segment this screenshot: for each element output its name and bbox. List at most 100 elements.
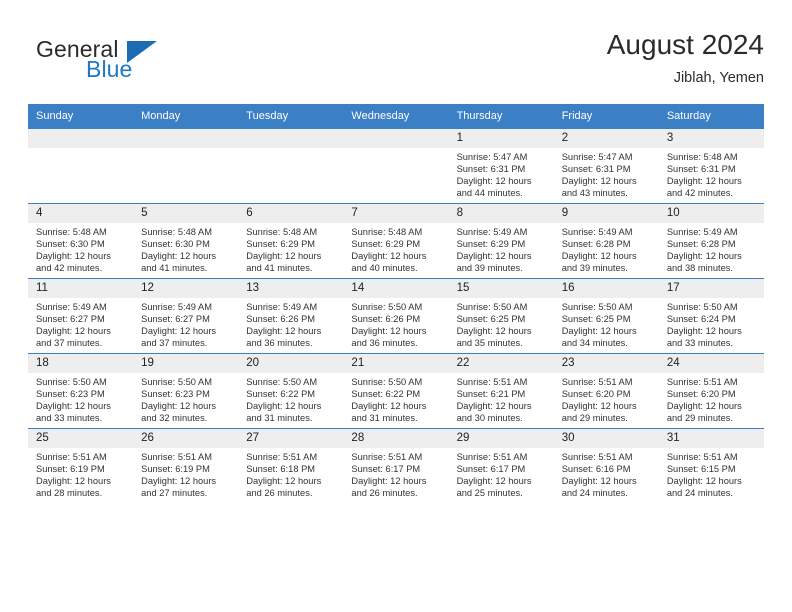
sunrise-text: Sunrise: 5:49 AM xyxy=(561,227,633,237)
page-header: General Blue August 2024 Jiblah, Yemen xyxy=(28,28,764,100)
calendar-day-cell[interactable]: 9 Sunrise: 5:49 AM Sunset: 6:28 PM Daylight… xyxy=(553,203,659,279)
calendar-day-cell[interactable]: 26 Sunrise: 5:51 AM Sunset: 6:19 PM Dayligh… xyxy=(133,428,239,503)
calendar-day-cell[interactable]: 10 Sunrise: 5:49 AM Sunset: 6:28 PM Dayligh… xyxy=(658,203,764,279)
day-sun-info xyxy=(343,148,448,151)
day-number: 18 xyxy=(28,354,134,373)
day-sun-info: Sunrise: 5:50 AM Sunset: 6:26 PM Daylight:… xyxy=(343,298,448,349)
sunset-text: Sunset: 6:19 PM xyxy=(141,464,210,475)
daylight-text-line1: Daylight: 12 hours xyxy=(666,326,742,337)
calendar-page: General Blue August 2024 Jiblah, Yemen S… xyxy=(0,0,792,612)
daylight-text-line2: and 44 minutes. xyxy=(456,188,523,199)
daylight-text-line1: Daylight: 12 hours xyxy=(456,326,532,337)
calendar-day-cell[interactable]: 22 Sunrise: 5:51 AM Sunset: 6:21 PM Dayligh… xyxy=(448,353,554,429)
calendar-day-cell[interactable]: 12 Sunrise: 5:49 AM Sunset: 6:27 PM Dayligh… xyxy=(133,278,239,354)
day-number: 21 xyxy=(343,354,449,373)
day-number: 10 xyxy=(658,204,764,223)
brand-logo[interactable]: General Blue xyxy=(28,36,268,92)
calendar-day-cell[interactable]: 15 Sunrise: 5:50 AM Sunset: 6:25 PM Dayligh… xyxy=(448,278,554,354)
sunrise-text: Sunrise: 5:51 AM xyxy=(666,452,738,462)
calendar-day-cell[interactable]: 31 Sunrise: 5:51 AM Sunset: 6:15 PM Dayligh… xyxy=(658,428,764,503)
sunset-text: Sunset: 6:26 PM xyxy=(351,314,421,325)
calendar-day-cell[interactable]: 29 Sunrise: 5:51 AM Sunset: 6:17 PM Dayligh… xyxy=(448,428,554,503)
calendar-day-cell[interactable]: 3 Sunrise: 5:48 AM Sunset: 6:31 PM Daylight… xyxy=(658,128,764,204)
calendar-week-row: 18 Sunrise: 5:50 AM Sunset: 6:23 PM Dayligh… xyxy=(28,353,764,429)
daylight-text-line1: Daylight: 12 hours xyxy=(36,326,111,337)
day-number xyxy=(28,129,134,148)
daylight-text-line1: Daylight: 12 hours xyxy=(666,476,742,487)
calendar-day-cell[interactable]: 1 Sunrise: 5:47 AM Sunset: 6:31 PM Daylight… xyxy=(448,128,554,204)
day-sun-info xyxy=(28,148,133,151)
day-number: 31 xyxy=(658,429,764,448)
sunrise-text: Sunrise: 5:50 AM xyxy=(666,302,738,312)
calendar-day-cell[interactable]: 30 Sunrise: 5:51 AM Sunset: 6:16 PM Dayligh… xyxy=(553,428,659,503)
calendar-day-cell[interactable]: 13 Sunrise: 5:49 AM Sunset: 6:26 PM Dayligh… xyxy=(238,278,344,354)
daylight-text-line2: and 31 minutes. xyxy=(351,413,418,424)
calendar-day-cell[interactable]: 20 Sunrise: 5:50 AM Sunset: 6:22 PM Dayligh… xyxy=(238,353,344,429)
day-sun-info: Sunrise: 5:50 AM Sunset: 6:23 PM Daylight:… xyxy=(28,373,133,424)
sunset-text: Sunset: 6:31 PM xyxy=(561,164,631,175)
calendar-day-cell[interactable]: 27 Sunrise: 5:51 AM Sunset: 6:18 PM Dayligh… xyxy=(238,428,344,503)
calendar-day-cell[interactable]: 16 Sunrise: 5:50 AM Sunset: 6:25 PM Dayligh… xyxy=(553,278,659,354)
daylight-text-line1: Daylight: 12 hours xyxy=(666,176,742,187)
daylight-text-line1: Daylight: 12 hours xyxy=(246,401,322,412)
sunset-text: Sunset: 6:29 PM xyxy=(456,239,526,250)
daylight-text-line2: and 36 minutes. xyxy=(351,338,418,349)
daylight-text-line1: Daylight: 12 hours xyxy=(666,401,742,412)
calendar-day-cell[interactable]: 2 Sunrise: 5:47 AM Sunset: 6:31 PM Daylight… xyxy=(553,128,659,204)
sunset-text: Sunset: 6:22 PM xyxy=(246,389,316,400)
calendar-day-cell[interactable]: 28 Sunrise: 5:51 AM Sunset: 6:17 PM Dayligh… xyxy=(343,428,449,503)
sunset-text: Sunset: 6:25 PM xyxy=(561,314,631,325)
calendar-day-cell[interactable]: 19 Sunrise: 5:50 AM Sunset: 6:23 PM Dayligh… xyxy=(133,353,239,429)
calendar-day-cell[interactable]: 8 Sunrise: 5:49 AM Sunset: 6:29 PM Daylight… xyxy=(448,203,554,279)
day-number: 12 xyxy=(133,279,239,298)
day-sun-info: Sunrise: 5:48 AM Sunset: 6:31 PM Daylight:… xyxy=(659,148,764,199)
daylight-text-line2: and 41 minutes. xyxy=(246,263,313,274)
calendar-day-cell[interactable]: 11 Sunrise: 5:49 AM Sunset: 6:27 PM Dayligh… xyxy=(28,278,134,354)
daylight-text-line2: and 27 minutes. xyxy=(141,488,208,499)
calendar-day-cell[interactable]: 23 Sunrise: 5:51 AM Sunset: 6:20 PM Dayligh… xyxy=(553,353,659,429)
sunset-text: Sunset: 6:23 PM xyxy=(141,389,210,400)
day-number: 13 xyxy=(238,279,344,298)
day-sun-info: Sunrise: 5:51 AM Sunset: 6:17 PM Daylight:… xyxy=(449,448,554,499)
daylight-text-line1: Daylight: 12 hours xyxy=(141,401,217,412)
calendar-week-row: 1 Sunrise: 5:47 AM Sunset: 6:31 PM Daylight… xyxy=(28,128,764,204)
day-sun-info: Sunrise: 5:51 AM Sunset: 6:20 PM Daylight:… xyxy=(659,373,764,424)
calendar-day-cell[interactable]: 14 Sunrise: 5:50 AM Sunset: 6:26 PM Dayligh… xyxy=(343,278,449,354)
sunset-text: Sunset: 6:15 PM xyxy=(666,464,736,475)
daylight-text-line2: and 33 minutes. xyxy=(666,338,733,349)
calendar-day-cell[interactable]: 24 Sunrise: 5:51 AM Sunset: 6:20 PM Dayligh… xyxy=(658,353,764,429)
daylight-text-line2: and 28 minutes. xyxy=(36,488,103,499)
calendar-day-cell[interactable]: 21 Sunrise: 5:50 AM Sunset: 6:22 PM Dayligh… xyxy=(343,353,449,429)
sunrise-text: Sunrise: 5:51 AM xyxy=(141,452,212,462)
day-sun-info: Sunrise: 5:49 AM Sunset: 6:26 PM Daylight:… xyxy=(238,298,343,349)
weekday-header-thursday: Thursday xyxy=(448,104,554,129)
calendar-day-cell[interactable]: 25 Sunrise: 5:51 AM Sunset: 6:19 PM Dayligh… xyxy=(28,428,134,503)
sunset-text: Sunset: 6:22 PM xyxy=(351,389,421,400)
sunset-text: Sunset: 6:28 PM xyxy=(561,239,631,250)
weekday-header-friday: Friday xyxy=(553,104,659,129)
sunrise-text: Sunrise: 5:50 AM xyxy=(246,377,318,387)
sunset-text: Sunset: 6:26 PM xyxy=(246,314,316,325)
calendar-day-cell[interactable]: 18 Sunrise: 5:50 AM Sunset: 6:23 PM Dayligh… xyxy=(28,353,134,429)
day-sun-info: Sunrise: 5:48 AM Sunset: 6:29 PM Daylight:… xyxy=(343,223,448,274)
daylight-text-line2: and 30 minutes. xyxy=(456,413,523,424)
calendar-day-cell[interactable]: 17 Sunrise: 5:50 AM Sunset: 6:24 PM Dayligh… xyxy=(658,278,764,354)
calendar-day-cell[interactable]: 7 Sunrise: 5:48 AM Sunset: 6:29 PM Daylight… xyxy=(343,203,449,279)
calendar-day-cell[interactable]: 6 Sunrise: 5:48 AM Sunset: 6:29 PM Daylight… xyxy=(238,203,344,279)
sunset-text: Sunset: 6:29 PM xyxy=(351,239,421,250)
calendar-day-cell[interactable]: 4 Sunrise: 5:48 AM Sunset: 6:30 PM Daylight… xyxy=(28,203,134,279)
sunset-text: Sunset: 6:21 PM xyxy=(456,389,526,400)
sunset-text: Sunset: 6:27 PM xyxy=(36,314,105,325)
daylight-text-line1: Daylight: 12 hours xyxy=(456,476,532,487)
calendar-day-cell[interactable]: 5 Sunrise: 5:48 AM Sunset: 6:30 PM Daylight… xyxy=(133,203,239,279)
daylight-text-line2: and 31 minutes. xyxy=(246,413,313,424)
daylight-text-line1: Daylight: 12 hours xyxy=(246,251,322,262)
sunrise-text: Sunrise: 5:51 AM xyxy=(246,452,318,462)
day-sun-info: Sunrise: 5:47 AM Sunset: 6:31 PM Daylight:… xyxy=(449,148,554,199)
daylight-text-line1: Daylight: 12 hours xyxy=(36,476,111,487)
daylight-text-line1: Daylight: 12 hours xyxy=(456,176,532,187)
sunset-text: Sunset: 6:18 PM xyxy=(246,464,316,475)
daylight-text-line2: and 37 minutes. xyxy=(36,338,103,349)
daylight-text-line1: Daylight: 12 hours xyxy=(351,326,427,337)
sunrise-text: Sunrise: 5:47 AM xyxy=(561,152,633,162)
